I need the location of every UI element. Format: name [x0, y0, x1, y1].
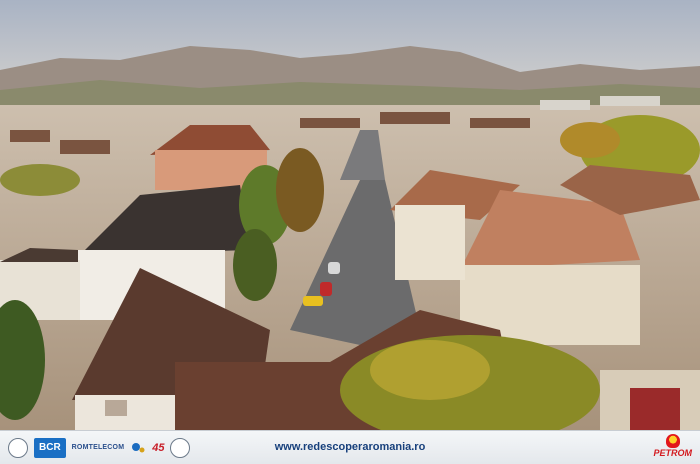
logo-45: 45 [152, 441, 165, 454]
photo-illustration [0, 0, 700, 430]
dots-logo-icon [130, 438, 146, 458]
tree-center-2 [276, 148, 324, 232]
foreground-tree-2 [370, 340, 490, 400]
romtelecom-logo: ROMTELECOM [71, 444, 125, 451]
petrom-logo: PETROM [653, 434, 692, 458]
tree-center-3 [233, 229, 277, 301]
car-red [320, 282, 332, 296]
sponsor-footer: BCR ROMTELECOM 45 www.redescoperaromania… [0, 430, 700, 464]
corner-building-door [630, 388, 680, 430]
car-yellow [303, 296, 323, 306]
bcr-logo: BCR [34, 437, 66, 458]
petrom-label: PETROM [653, 448, 692, 458]
car-white [328, 262, 340, 274]
tree-left [0, 164, 80, 196]
seal-circle-icon [170, 437, 191, 458]
petrom-flame-icon [665, 434, 680, 448]
window [105, 400, 127, 416]
town-panorama-photo [0, 0, 700, 430]
emblem-circle-icon [8, 437, 28, 458]
sponsor-logos: BCR ROMTELECOM 45 [0, 437, 191, 458]
right-building-2 [395, 205, 465, 280]
tree-cluster-right-2 [560, 122, 620, 158]
